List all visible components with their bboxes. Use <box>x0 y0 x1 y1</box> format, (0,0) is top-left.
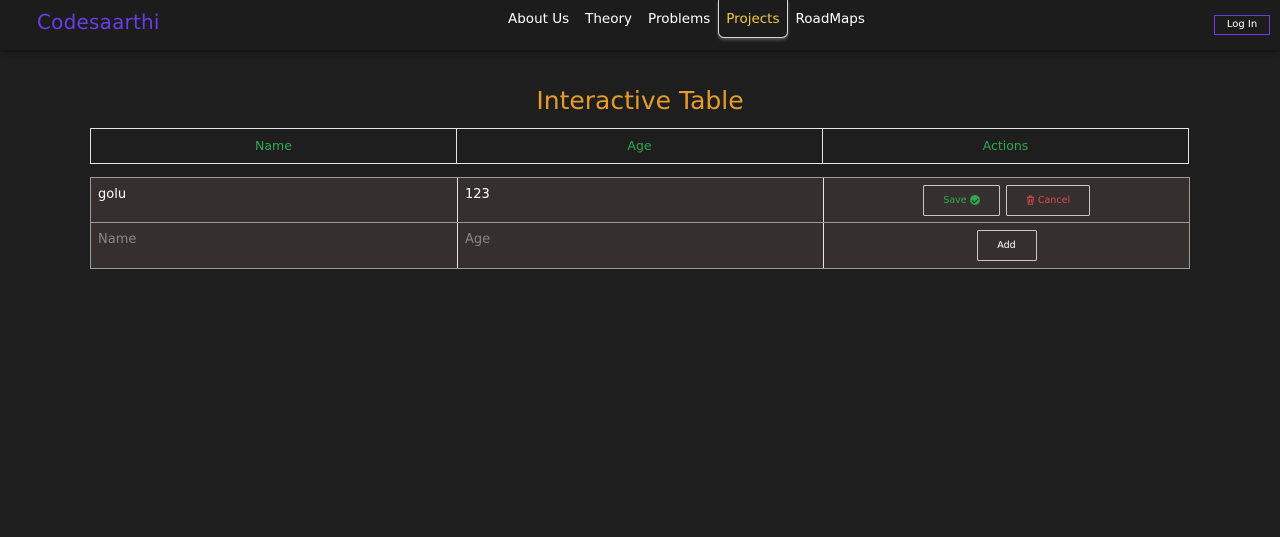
cell-age[interactable]: 123 <box>457 178 823 222</box>
cell-actions: Save Cancel <box>823 178 1189 222</box>
cell-new-name <box>91 223 457 268</box>
add-button[interactable]: Add <box>976 230 1037 261</box>
cell-new-age <box>457 223 823 268</box>
page-title: Interactive Table <box>536 86 744 115</box>
cell-age-value: 123 <box>465 187 490 202</box>
table-header: Name Age Actions <box>90 128 1190 164</box>
nav-link-theory[interactable]: Theory <box>577 0 640 38</box>
nav-links: About Us Theory Problems Projects RoadMa… <box>500 0 873 38</box>
column-header-actions: Actions <box>822 128 1189 164</box>
age-input[interactable] <box>458 223 823 268</box>
check-circle-icon <box>969 195 980 205</box>
cell-name[interactable]: golu <box>91 178 457 222</box>
navbar: Codesaarthi About Us Theory Problems Pro… <box>0 0 1280 50</box>
nav-link-problems[interactable]: Problems <box>640 0 718 38</box>
column-header-age: Age <box>456 128 823 164</box>
table-row: golu 123 Save Cancel <box>90 177 1190 223</box>
cell-new-actions: Add <box>823 223 1189 268</box>
trash-icon <box>1026 195 1035 205</box>
brand-logo[interactable]: Codesaarthi <box>37 10 160 34</box>
table-body: golu 123 Save Cancel Add <box>90 177 1190 269</box>
save-button-label: Save <box>943 194 967 206</box>
login-button[interactable]: Log In <box>1214 15 1270 35</box>
cancel-button[interactable]: Cancel <box>1006 184 1090 216</box>
nav-link-about-us[interactable]: About Us <box>500 0 577 38</box>
nav-link-projects[interactable]: Projects <box>718 0 788 38</box>
nav-link-roadmaps[interactable]: RoadMaps <box>788 0 873 38</box>
save-button[interactable]: Save <box>923 184 1000 216</box>
cell-name-value: golu <box>98 187 127 202</box>
new-row: Add <box>90 223 1190 269</box>
name-input[interactable] <box>91 223 457 268</box>
cancel-button-label: Cancel <box>1037 194 1071 206</box>
column-header-name: Name <box>90 128 457 164</box>
